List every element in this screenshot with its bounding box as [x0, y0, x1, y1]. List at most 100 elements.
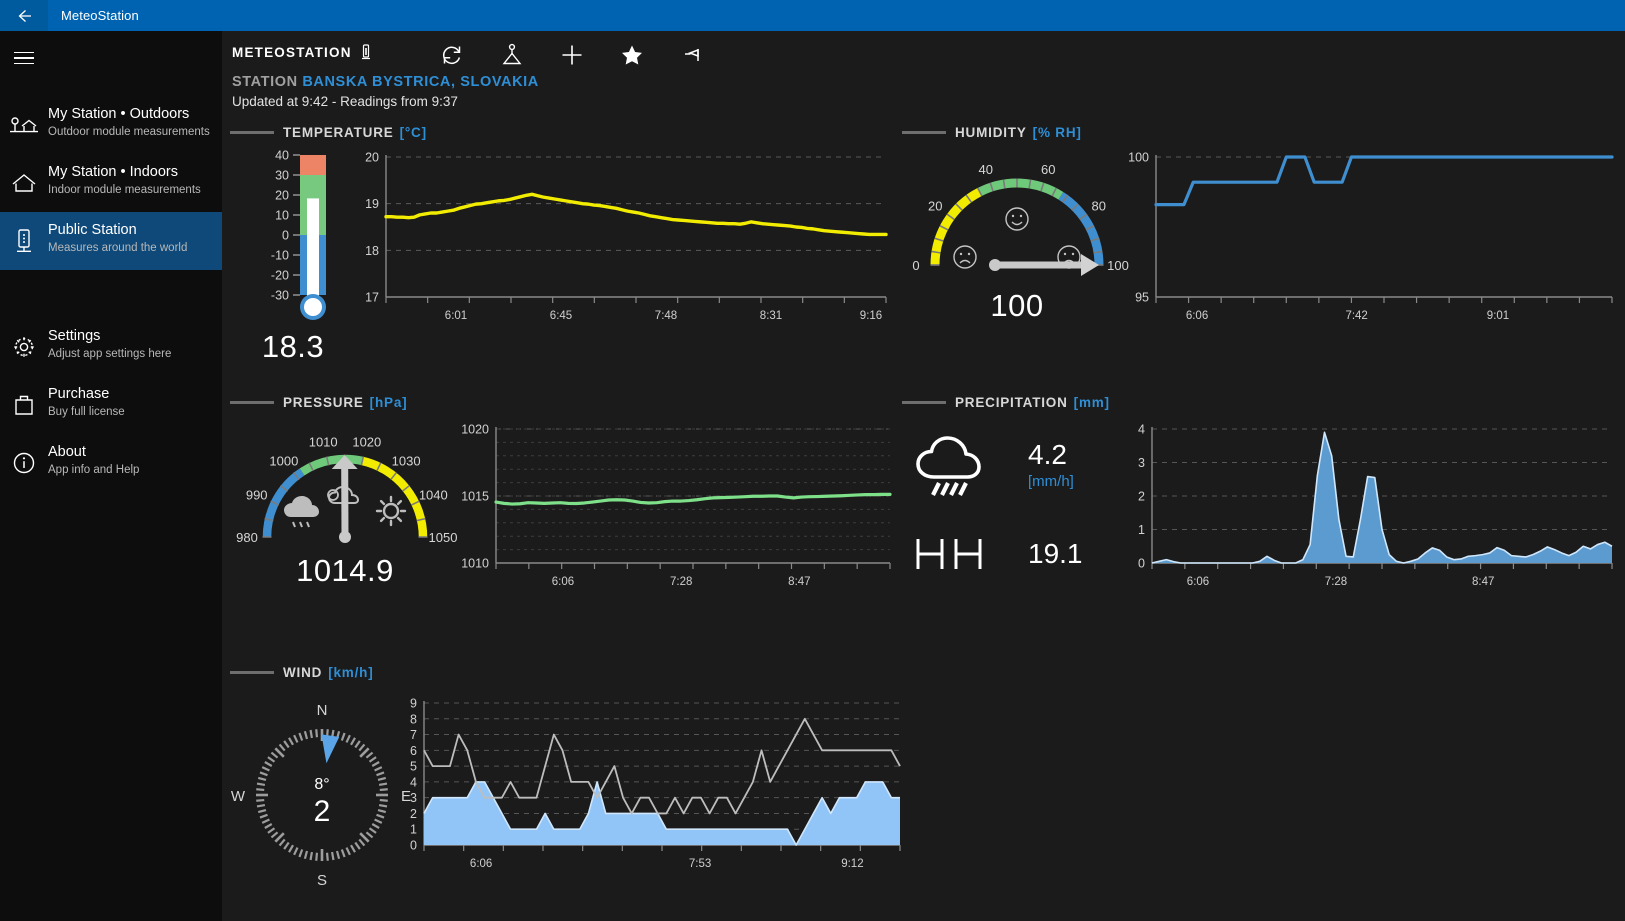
temperature-value: 18.3: [238, 329, 348, 365]
plus-icon[interactable]: [542, 37, 602, 73]
svg-text:8:47: 8:47: [788, 576, 810, 588]
panel-dash: [230, 671, 274, 674]
sidebar-item-public-station[interactable]: Public Station Measures around the world: [0, 212, 222, 270]
svg-text:1020: 1020: [461, 423, 489, 437]
svg-text:6:06: 6:06: [1186, 310, 1208, 322]
svg-text:-10: -10: [271, 249, 289, 263]
svg-text:1: 1: [410, 823, 417, 837]
rain-cloud-icon: [908, 425, 1008, 503]
app-header: METEOSTATION: [232, 43, 373, 61]
sidebar-item-sublabel: Outdoor module measurements: [48, 124, 210, 140]
svg-text:20: 20: [275, 189, 289, 203]
svg-text:7:28: 7:28: [670, 576, 692, 588]
pressure-gauge: 980990100010101020103010401050 1014.9: [230, 415, 460, 589]
svg-text:7:42: 7:42: [1345, 310, 1367, 322]
refresh-icon[interactable]: [422, 37, 482, 73]
wind-chart[interactable]: 01234567896:067:539:12: [402, 685, 902, 900]
temperature-panel: TEMPERATURE [°C] 403020100-10-20-30 18.3…: [230, 123, 890, 141]
precipitation-total-row: 19.1: [908, 533, 1083, 575]
svg-text:3: 3: [410, 791, 417, 805]
sidebar-item-sublabel: Buy full license: [48, 404, 125, 420]
app-label: METEOSTATION: [232, 45, 352, 60]
svg-text:10: 10: [275, 209, 289, 223]
sidebar-item-label: About: [48, 444, 139, 461]
sidebar-item-outdoors[interactable]: My Station • Outdoors Outdoor module mea…: [0, 96, 222, 154]
panel-dash: [902, 131, 946, 134]
svg-text:8: 8: [410, 712, 417, 726]
svg-text:40: 40: [979, 162, 993, 177]
svg-text:18: 18: [365, 244, 379, 258]
wind-panel-title: WIND: [283, 665, 322, 680]
svg-text:20: 20: [365, 151, 379, 165]
svg-text:N: N: [317, 702, 328, 719]
svg-text:7:53: 7:53: [689, 858, 711, 870]
station-line: STATION BANSKA BYSTRICA, SLOVAKIA: [232, 74, 539, 90]
svg-text:95: 95: [1135, 291, 1149, 305]
station-name[interactable]: BANSKA BYSTRICA, SLOVAKIA: [302, 74, 539, 90]
svg-text:-30: -30: [271, 289, 289, 303]
pin-icon[interactable]: [662, 37, 722, 73]
svg-text:2: 2: [1138, 490, 1145, 504]
sidebar-item-indoors[interactable]: My Station • Indoors Indoor module measu…: [0, 154, 222, 212]
svg-text:9:16: 9:16: [860, 310, 882, 322]
sidebar-item-label: My Station • Outdoors: [48, 106, 210, 123]
svg-text:980: 980: [236, 530, 258, 545]
pressure-panel-title: PRESSURE: [283, 395, 364, 410]
pressure-panel-header: PRESSURE [hPa]: [230, 393, 890, 411]
sidebar: My Station • Outdoors Outdoor module mea…: [0, 31, 222, 921]
station-word: STATION: [232, 74, 298, 90]
wind-panel-unit: [km/h]: [328, 665, 373, 680]
svg-text:6:45: 6:45: [550, 310, 572, 322]
back-arrow-icon: [15, 7, 33, 25]
svg-text:80: 80: [1091, 199, 1105, 214]
precipitation-rate-value: 4.2: [1028, 439, 1074, 471]
svg-text:S: S: [317, 872, 327, 885]
station-map-icon[interactable]: [482, 37, 542, 73]
svg-text:7:48: 7:48: [655, 310, 677, 322]
svg-text:1010: 1010: [309, 434, 338, 449]
svg-text:6:01: 6:01: [445, 310, 467, 322]
humidity-panel-title: HUMIDITY: [955, 125, 1027, 140]
panel-dash: [902, 401, 946, 404]
svg-text:0: 0: [912, 258, 919, 273]
sidebar-item-settings[interactable]: Settings Adjust app settings here: [0, 318, 222, 376]
svg-text:1: 1: [1138, 523, 1145, 537]
svg-text:8:31: 8:31: [760, 310, 782, 322]
sidebar-item-purchase[interactable]: Purchase Buy full license: [0, 376, 222, 434]
hamburger-menu-icon[interactable]: [0, 34, 48, 82]
svg-text:0: 0: [1138, 557, 1145, 571]
svg-text:60: 60: [1041, 162, 1055, 177]
sidebar-item-sublabel: Measures around the world: [48, 240, 187, 256]
precipitation-rate-block: 4.2 [mm/h]: [1028, 439, 1074, 490]
svg-text:5: 5: [410, 760, 417, 774]
svg-text:9:12: 9:12: [841, 858, 863, 870]
panel-dash: [230, 131, 274, 134]
thermometer-icon: [359, 43, 373, 61]
title-bar: MeteoStation: [0, 0, 1625, 31]
temperature-chart[interactable]: 171819206:016:457:488:319:16: [350, 145, 890, 345]
svg-text:30: 30: [275, 169, 289, 183]
humidity-chart[interactable]: 951006:067:429:01: [1124, 145, 1614, 345]
star-icon[interactable]: [602, 37, 662, 73]
temperature-panel-unit: [°C]: [400, 125, 427, 140]
wind-panel-header: WIND [km/h]: [230, 663, 910, 681]
pressure-panel-unit: [hPa]: [370, 395, 408, 410]
humidity-value: 100: [902, 288, 1132, 324]
humidity-panel-header: HUMIDITY [% RH]: [902, 123, 1617, 141]
back-button[interactable]: [0, 0, 48, 31]
svg-text:0: 0: [282, 229, 289, 243]
pressure-chart[interactable]: 1010101510206:067:288:47: [452, 415, 892, 615]
sidebar-item-label: Purchase: [48, 386, 125, 403]
svg-text:1000: 1000: [269, 453, 298, 468]
svg-text:2: 2: [314, 795, 331, 828]
svg-text:7: 7: [410, 728, 417, 742]
svg-text:3: 3: [1138, 456, 1145, 470]
sidebar-item-sublabel: Indoor module measurements: [48, 182, 201, 198]
measure-icon: [908, 533, 1008, 575]
precipitation-chart[interactable]: 012346:067:288:47: [1124, 415, 1614, 615]
temperature-panel-header: TEMPERATURE [°C]: [230, 123, 890, 141]
outdoor-station-icon: [0, 105, 48, 145]
svg-text:1040: 1040: [419, 487, 448, 502]
sidebar-item-about[interactable]: About App info and Help: [0, 434, 222, 492]
svg-text:1030: 1030: [392, 453, 421, 468]
